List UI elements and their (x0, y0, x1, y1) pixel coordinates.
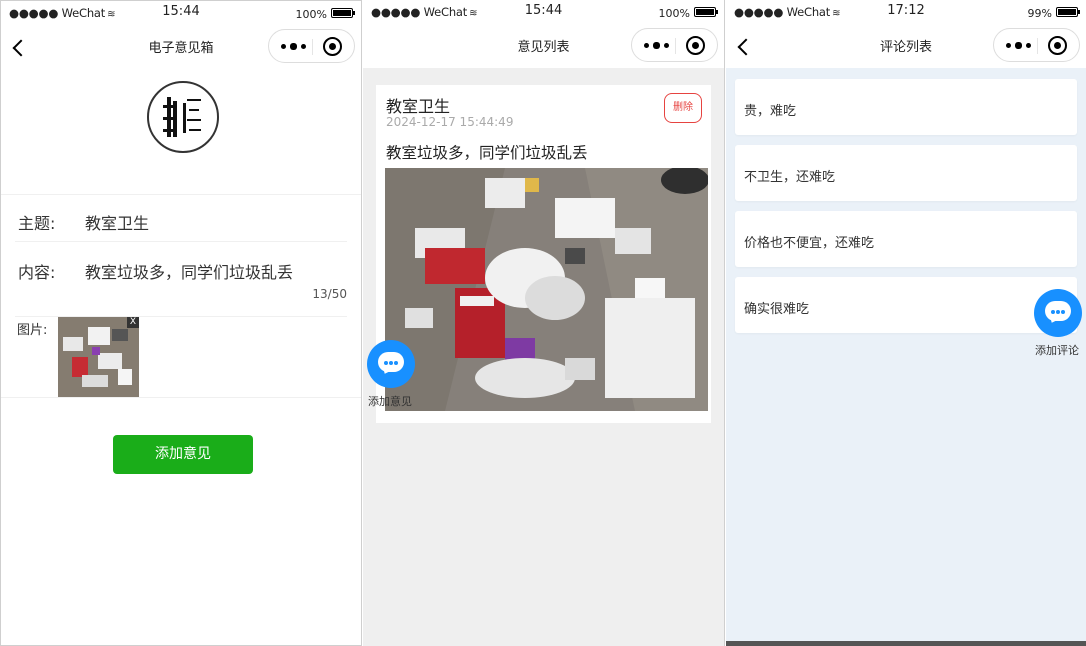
battery-icon (1056, 7, 1080, 17)
more-dots-icon[interactable] (1002, 29, 1038, 61)
battery-icon (331, 8, 355, 18)
divider (15, 241, 347, 242)
battery-percent: 100% (295, 8, 327, 21)
add-comment-fab[interactable] (1034, 289, 1082, 337)
subject-label: 主题: (18, 214, 56, 233)
comment-item[interactable]: 价格也不便宜，还难吃 (735, 211, 1077, 267)
screen-suggestion-box: ●●●●● WeChat ≋ 15:44 100% 电子意见箱 主题: 教室卫生 … (0, 0, 362, 646)
mini-program-capsule (993, 28, 1080, 62)
suggestion-content: 教室垃圾多，同学们垃圾乱丢 (386, 144, 588, 162)
suggestion-card[interactable]: 教室卫生 2024-12-17 15:44:49 删除 教室垃圾多，同学们垃圾乱… (376, 85, 711, 423)
content-textarea[interactable]: 教室垃圾多，同学们垃圾乱丢 (85, 259, 293, 283)
close-target-icon[interactable] (686, 36, 705, 55)
screen-comment-list: ●●●●● WeChat ≋ 17:12 99% 评论列表 贵，难吃 不卫生，还难… (726, 0, 1086, 646)
battery-percent: 100% (658, 7, 690, 20)
delete-button[interactable]: 删除 (664, 93, 702, 123)
add-suggestion-button[interactable]: 添加意见 (113, 435, 253, 474)
status-bar: ●●●●● WeChat ≋ 15:44 100% (363, 0, 724, 24)
nav-bar: 意见列表 (363, 24, 724, 68)
add-suggestion-fab-label: 添加意见 (368, 395, 412, 408)
close-target-icon[interactable] (323, 37, 342, 56)
nav-bar: 评论列表 (726, 24, 1086, 68)
subject-input[interactable]: 教室卫生 (85, 210, 149, 234)
battery-percent: 99% (1027, 7, 1052, 20)
divider (1, 397, 361, 398)
image-thumbnail[interactable] (58, 317, 139, 397)
remove-image-button[interactable]: X (127, 317, 139, 328)
comment-item[interactable]: 确实很难吃 (735, 277, 1077, 333)
suggestion-timestamp: 2024-12-17 15:44:49 (386, 115, 514, 129)
content-label: 内容: (18, 263, 56, 282)
add-suggestion-fab[interactable] (367, 340, 415, 388)
comment-item[interactable]: 贵，难吃 (735, 79, 1077, 135)
nav-bar: 电子意见箱 (1, 25, 361, 69)
more-dots-icon[interactable] (277, 30, 313, 62)
screen-suggestion-list: ●●●●● WeChat ≋ 15:44 100% 意见列表 教室卫生 2024-… (363, 0, 725, 646)
divider (1, 194, 361, 195)
status-bar: ●●●●● WeChat ≋ 17:12 99% (726, 0, 1086, 24)
app-logo (147, 81, 219, 153)
status-bar: ●●●●● WeChat ≋ 15:44 100% (1, 1, 361, 25)
suggestion-photo[interactable] (385, 168, 708, 411)
suggestion-title: 教室卫生 (386, 97, 451, 116)
more-dots-icon[interactable] (640, 29, 676, 61)
battery-icon (694, 7, 718, 17)
comment-item[interactable]: 不卫生，还难吃 (735, 145, 1077, 201)
char-counter: 13/50 (312, 287, 347, 301)
mini-program-capsule (268, 29, 355, 63)
close-target-icon[interactable] (1048, 36, 1067, 55)
mini-program-capsule (631, 28, 718, 62)
add-comment-fab-label: 添加评论 (1035, 344, 1079, 357)
image-label: 图片: (17, 323, 48, 338)
